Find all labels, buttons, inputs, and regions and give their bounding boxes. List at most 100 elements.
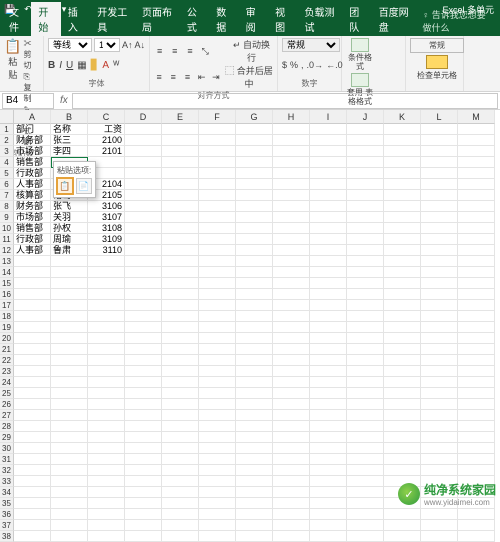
cell-I1[interactable]	[310, 124, 347, 135]
row-header-15[interactable]: 15	[0, 278, 14, 289]
cell-B29[interactable]	[51, 432, 88, 443]
cell-I29[interactable]	[310, 432, 347, 443]
cell-L13[interactable]	[421, 256, 458, 267]
cell-F31[interactable]	[199, 454, 236, 465]
cell-M25[interactable]	[458, 388, 495, 399]
cell-B1[interactable]: 名称	[51, 124, 88, 135]
col-header-I[interactable]: I	[310, 110, 347, 124]
cell-L25[interactable]	[421, 388, 458, 399]
cell-M4[interactable]	[458, 157, 495, 168]
cell-D33[interactable]	[125, 476, 162, 487]
cell-A5[interactable]: 行政部	[14, 168, 51, 179]
cell-G37[interactable]	[236, 520, 273, 531]
cell-M14[interactable]	[458, 267, 495, 278]
cell-C16[interactable]	[88, 289, 125, 300]
row-header-26[interactable]: 26	[0, 399, 14, 410]
cell-G5[interactable]	[236, 168, 273, 179]
cell-F32[interactable]	[199, 465, 236, 476]
cell-K25[interactable]	[384, 388, 421, 399]
cell-B17[interactable]	[51, 300, 88, 311]
col-header-B[interactable]: B	[51, 110, 88, 124]
cell-K16[interactable]	[384, 289, 421, 300]
cell-B20[interactable]	[51, 333, 88, 344]
cell-C15[interactable]	[88, 278, 125, 289]
cell-A34[interactable]	[14, 487, 51, 498]
row-header-8[interactable]: 8	[0, 201, 14, 212]
cell-J23[interactable]	[347, 366, 384, 377]
cell-C20[interactable]	[88, 333, 125, 344]
cell-B14[interactable]	[51, 267, 88, 278]
cell-E17[interactable]	[162, 300, 199, 311]
cell-J31[interactable]	[347, 454, 384, 465]
cell-L20[interactable]	[421, 333, 458, 344]
cell-G31[interactable]	[236, 454, 273, 465]
cell-A16[interactable]	[14, 289, 51, 300]
cell-J28[interactable]	[347, 421, 384, 432]
cell-H25[interactable]	[273, 388, 310, 399]
cell-B25[interactable]	[51, 388, 88, 399]
cell-G19[interactable]	[236, 322, 273, 333]
cell-E14[interactable]	[162, 267, 199, 278]
row-header-35[interactable]: 35	[0, 498, 14, 509]
cell-D10[interactable]	[125, 223, 162, 234]
underline-button[interactable]: U	[66, 60, 73, 71]
cell-L23[interactable]	[421, 366, 458, 377]
cell-J5[interactable]	[347, 168, 384, 179]
cell-J3[interactable]	[347, 146, 384, 157]
cell-I17[interactable]	[310, 300, 347, 311]
cell-M31[interactable]	[458, 454, 495, 465]
cell-I30[interactable]	[310, 443, 347, 454]
cell-M5[interactable]	[458, 168, 495, 179]
cell-K18[interactable]	[384, 311, 421, 322]
cell-J10[interactable]	[347, 223, 384, 234]
cell-G25[interactable]	[236, 388, 273, 399]
cell-A12[interactable]: 人事部	[14, 245, 51, 256]
cell-H16[interactable]	[273, 289, 310, 300]
tab-开始[interactable]: 开始	[31, 2, 60, 36]
cell-D35[interactable]	[125, 498, 162, 509]
cell-I23[interactable]	[310, 366, 347, 377]
cell-E18[interactable]	[162, 311, 199, 322]
cell-K23[interactable]	[384, 366, 421, 377]
cell-D15[interactable]	[125, 278, 162, 289]
cell-F4[interactable]	[199, 157, 236, 168]
cell-G23[interactable]	[236, 366, 273, 377]
cell-H20[interactable]	[273, 333, 310, 344]
cell-J2[interactable]	[347, 135, 384, 146]
cell-C33[interactable]	[88, 476, 125, 487]
cell-F22[interactable]	[199, 355, 236, 366]
cell-L6[interactable]	[421, 179, 458, 190]
cell-A9[interactable]: 市场部	[14, 212, 51, 223]
cell-C30[interactable]	[88, 443, 125, 454]
cell-A17[interactable]	[14, 300, 51, 311]
cell-H13[interactable]	[273, 256, 310, 267]
border-button[interactable]: ▦	[77, 60, 86, 71]
cell-E1[interactable]	[162, 124, 199, 135]
cell-J29[interactable]	[347, 432, 384, 443]
cell-H1[interactable]	[273, 124, 310, 135]
indent-inc-icon[interactable]: ⇥	[211, 72, 221, 83]
col-header-G[interactable]: G	[236, 110, 273, 124]
cell-M29[interactable]	[458, 432, 495, 443]
cell-G11[interactable]	[236, 234, 273, 245]
row-header-24[interactable]: 24	[0, 377, 14, 388]
cell-E30[interactable]	[162, 443, 199, 454]
cell-M17[interactable]	[458, 300, 495, 311]
cell-M19[interactable]	[458, 322, 495, 333]
cell-H18[interactable]	[273, 311, 310, 322]
cell-F16[interactable]	[199, 289, 236, 300]
cell-F6[interactable]	[199, 179, 236, 190]
cell-C37[interactable]	[88, 520, 125, 531]
row-header-2[interactable]: 2	[0, 135, 14, 146]
cell-D5[interactable]	[125, 168, 162, 179]
cell-B27[interactable]	[51, 410, 88, 421]
cell-A27[interactable]	[14, 410, 51, 421]
cell-M18[interactable]	[458, 311, 495, 322]
cell-L18[interactable]	[421, 311, 458, 322]
cell-C12[interactable]: 3110	[88, 245, 125, 256]
merge-center-button[interactable]: ⬚ 合并后居中	[225, 64, 273, 90]
cell-C11[interactable]: 3109	[88, 234, 125, 245]
cell-E37[interactable]	[162, 520, 199, 531]
cell-F34[interactable]	[199, 487, 236, 498]
tab-页面布局[interactable]: 页面布局	[135, 2, 180, 36]
